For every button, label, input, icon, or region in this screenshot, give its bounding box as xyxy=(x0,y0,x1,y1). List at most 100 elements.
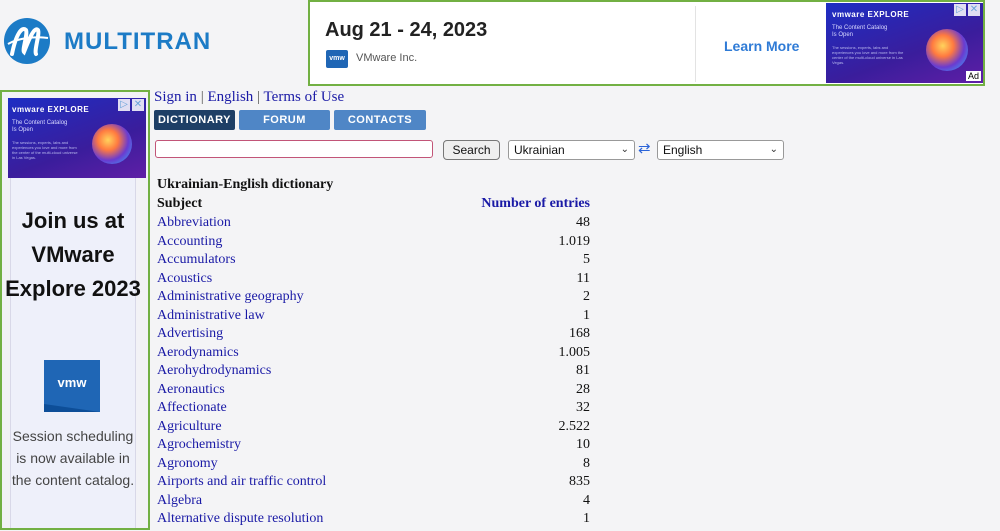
subject-link[interactable]: Agronomy xyxy=(157,455,218,474)
target-language-value: English xyxy=(663,143,703,157)
entry-count: 1.019 xyxy=(558,233,591,249)
subject-link[interactable]: Accumulators xyxy=(157,251,236,270)
link-separator: | xyxy=(200,89,204,105)
table-row: Administrative geography 2 xyxy=(157,288,590,307)
side-ad-banner-heading: The Content Catalog Is Open xyxy=(12,120,68,133)
subject-link[interactable]: Alternative dispute resolution xyxy=(157,510,323,529)
entry-count: 32 xyxy=(576,400,590,415)
subject-link[interactable]: Administrative geography xyxy=(157,288,304,307)
entry-count: 48 xyxy=(576,215,590,230)
vmware-logo-icon: vmw xyxy=(326,50,348,68)
subject-list: Abbreviation 48 Accounting 1.019 Accumulat… xyxy=(157,214,590,529)
subject-link[interactable]: Agrochemistry xyxy=(157,436,241,455)
entry-count: 2.522 xyxy=(558,418,591,434)
top-banner-ad[interactable]: Aug 21 - 24, 2023 vmw VMware Inc. Learn … xyxy=(308,0,985,86)
ad-label: Ad xyxy=(965,71,981,81)
side-ad-headline: Join us at VMware Explore 2023 xyxy=(5,208,141,301)
side-ad-brand: vmware EXPLORE xyxy=(12,105,90,114)
subject-link[interactable]: Affectionate xyxy=(157,399,227,418)
entry-count: 81 xyxy=(576,363,590,378)
ad-close-icon[interactable]: ✕ xyxy=(968,4,980,16)
side-ad-choices-icon[interactable]: ▷ xyxy=(118,99,130,111)
side-ad-banner-body: The sessions, experts, labs and experien… xyxy=(12,140,78,160)
entry-count: 5 xyxy=(583,252,590,267)
subject-link[interactable]: Advertising xyxy=(157,325,223,344)
ad-company: VMware Inc. xyxy=(356,52,418,64)
table-row: Agrochemistry 10 xyxy=(157,436,590,455)
swap-languages-icon[interactable]: ⇄ xyxy=(638,140,651,158)
chevron-down-icon: ⌄ xyxy=(620,144,629,155)
sign-in-link[interactable]: Sign in xyxy=(154,89,197,105)
entry-count: 10 xyxy=(576,437,590,452)
multitran-logo[interactable]: MULTITRAN xyxy=(0,8,230,74)
ad-thumb-body: The sessions, experts, labs and experien… xyxy=(832,45,904,65)
ad-orb-graphic xyxy=(926,29,968,71)
entry-count: 1.005 xyxy=(558,344,591,360)
dictionary-title: Ukrainian-English dictionary xyxy=(157,177,334,192)
column-header-count[interactable]: Number of entries xyxy=(430,196,590,212)
vmware-badge-icon: vmw xyxy=(44,360,100,412)
top-links: Sign in | English | Terms of Use xyxy=(154,89,344,106)
entry-count: 28 xyxy=(576,381,590,397)
table-row: Algebra 4 xyxy=(157,492,590,511)
subject-link[interactable]: Agriculture xyxy=(157,418,222,437)
subject-link[interactable]: Aerodynamics xyxy=(157,344,239,363)
ad-brand: vmware EXPLORE xyxy=(832,10,910,19)
subject-link[interactable]: Airports and air traffic control xyxy=(157,473,326,492)
ad-divider xyxy=(695,6,696,82)
subject-link[interactable]: Aerohydrodynamics xyxy=(157,362,271,381)
table-row: Aerodynamics 1.005 xyxy=(157,344,590,363)
side-ad-orb-graphic xyxy=(92,124,132,164)
table-row: Abbreviation 48 xyxy=(157,214,590,233)
learn-more-button[interactable]: Learn More xyxy=(724,38,799,54)
tab-contacts[interactable]: CONTACTS xyxy=(334,110,426,130)
entry-count: 1 xyxy=(583,511,590,526)
table-row: Agronomy 8 xyxy=(157,455,590,474)
column-header-subject: Subject xyxy=(157,196,203,211)
table-row: Agriculture 2.522 xyxy=(157,418,590,437)
subject-link[interactable]: Algebra xyxy=(157,492,202,511)
chevron-down-icon: ⌄ xyxy=(769,144,778,155)
ad-date: Aug 21 - 24, 2023 xyxy=(325,19,488,41)
entry-count: 11 xyxy=(576,270,590,286)
subject-link[interactable]: Aeronautics xyxy=(157,381,225,400)
tab-forum[interactable]: FORUM xyxy=(239,110,330,130)
logo-text: MULTITRAN xyxy=(64,28,212,55)
table-row: Aerohydrodynamics 81 xyxy=(157,362,590,381)
source-language-value: Ukrainian xyxy=(514,143,565,157)
table-row: Accounting 1.019 xyxy=(157,233,590,252)
table-row: Airports and air traffic control 835 xyxy=(157,473,590,492)
table-row: Administrative law 1 xyxy=(157,307,590,326)
ad-thumb-heading: The Content Catalog Is Open xyxy=(832,25,888,38)
target-language-select[interactable]: English ⌄ xyxy=(657,140,784,160)
table-row: Aeronautics 28 xyxy=(157,381,590,400)
side-ad-body: Session scheduling is now available in t… xyxy=(11,428,135,488)
link-separator: | xyxy=(257,89,261,105)
entry-count: 4 xyxy=(583,492,590,508)
table-row: Advertising 168 xyxy=(157,325,590,344)
table-row: Acoustics 11 xyxy=(157,270,590,289)
table-row: Accumulators 5 xyxy=(157,251,590,270)
entry-count: 1 xyxy=(583,307,590,323)
search-input[interactable] xyxy=(155,140,433,158)
multitran-logo-icon xyxy=(4,18,50,64)
search-button[interactable]: Search xyxy=(443,140,500,160)
table-row: Alternative dispute resolution 1 xyxy=(157,510,590,529)
subject-link[interactable]: Acoustics xyxy=(157,270,212,289)
table-row: Affectionate 32 xyxy=(157,399,590,418)
side-ad-close-icon[interactable]: ✕ xyxy=(132,99,144,111)
language-link[interactable]: English xyxy=(207,89,253,105)
entry-count: 168 xyxy=(569,326,590,341)
entry-count: 8 xyxy=(583,455,590,471)
entry-count: 835 xyxy=(569,474,590,489)
side-ad[interactable]: vmware EXPLORE The Content Catalog Is Op… xyxy=(0,90,150,530)
ad-choices-icon[interactable]: ▷ xyxy=(954,4,966,16)
side-ad-banner[interactable]: vmware EXPLORE The Content Catalog Is Op… xyxy=(8,98,146,178)
ad-thumbnail[interactable]: vmware EXPLORE The Content Catalog Is Op… xyxy=(826,3,983,83)
terms-link[interactable]: Terms of Use xyxy=(264,89,345,105)
subject-link[interactable]: Accounting xyxy=(157,233,222,252)
tab-dictionary[interactable]: DICTIONARY xyxy=(154,110,235,130)
source-language-select[interactable]: Ukrainian ⌄ xyxy=(508,140,635,160)
subject-link[interactable]: Administrative law xyxy=(157,307,265,326)
subject-link[interactable]: Abbreviation xyxy=(157,214,231,233)
